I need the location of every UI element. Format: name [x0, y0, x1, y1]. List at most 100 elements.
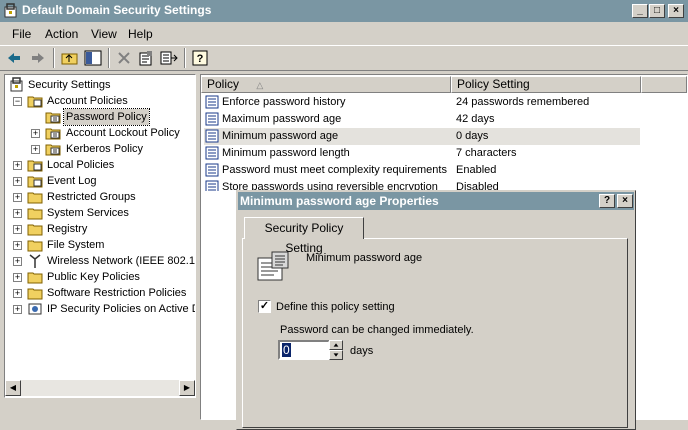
expand-icon[interactable]: + — [13, 177, 22, 186]
policy-row[interactable]: Minimum password length 7 characters — [204, 145, 640, 162]
show-hide-tree-icon[interactable] — [84, 50, 102, 66]
policy-setting-icon — [205, 163, 219, 177]
column-label: Policy — [207, 77, 240, 91]
policy-row[interactable]: Password must meet complexity requiremen… — [204, 162, 640, 179]
tree-label: Security Settings — [28, 79, 111, 91]
tree-label: Registry — [47, 223, 88, 235]
tree-label: Account Policies — [47, 95, 128, 107]
expand-icon[interactable]: + — [13, 209, 22, 218]
policy-setting: Enabled — [456, 164, 497, 176]
maximize-button[interactable]: □ — [649, 4, 665, 18]
expand-icon[interactable]: + — [13, 289, 22, 298]
scroll-right-button[interactable]: ▶ — [179, 380, 195, 396]
expand-icon[interactable]: + — [13, 193, 22, 202]
tree-label: Kerberos Policy — [66, 143, 144, 155]
policy-name: Maximum password age — [222, 113, 342, 125]
expand-icon[interactable]: + — [13, 305, 22, 314]
days-spin-input[interactable]: 0 — [278, 340, 330, 360]
policy-setting: 0 days — [456, 130, 489, 142]
policy-row[interactable]: Maximum password age 42 days — [204, 111, 640, 128]
policy-setting: 42 days — [456, 113, 495, 125]
folder-icon — [27, 288, 43, 300]
arrow-left-icon[interactable] — [6, 50, 22, 66]
toolbar — [0, 45, 688, 71]
column-header-blank — [641, 76, 687, 93]
security-settings-icon — [4, 3, 17, 18]
tree-label: Local Policies — [47, 159, 115, 171]
folder-icon — [27, 192, 43, 204]
expand-icon[interactable]: + — [13, 225, 22, 234]
policy-setting: 7 characters — [456, 147, 517, 159]
expand-icon[interactable]: + — [13, 257, 22, 266]
menu-action[interactable]: Action — [45, 27, 78, 41]
ipsec-icon — [28, 303, 42, 315]
toolbar-separator — [108, 48, 110, 68]
policy-name: Minimum password length — [222, 147, 350, 159]
expand-icon[interactable]: + — [13, 241, 22, 250]
tree-label: Event Log — [47, 175, 97, 187]
toolbar-separator — [53, 48, 55, 68]
sort-ascending-icon: △ — [256, 80, 264, 90]
tree-label: Wireless Network (IEEE 802.11 — [47, 255, 196, 267]
minimize-button[interactable]: _ — [632, 4, 648, 18]
tab-security-policy-setting[interactable]: Security Policy Setting — [244, 217, 364, 255]
folder-icon — [27, 224, 43, 236]
export-list-icon[interactable] — [160, 50, 178, 66]
tree-horizontal-scrollbar[interactable] — [5, 380, 195, 396]
scroll-left-button[interactable]: ◀ — [5, 380, 21, 396]
tree-label: Password Policy — [63, 108, 150, 126]
folder-icon — [27, 240, 43, 252]
policy-name: Minimum password age — [222, 130, 339, 142]
policy-icon — [45, 112, 61, 124]
expand-icon[interactable]: + — [13, 161, 22, 170]
help-icon[interactable]: ? — [192, 50, 210, 66]
tree-label: IP Security Policies on Active D — [47, 303, 196, 315]
dialog-title: Minimum password age Properties — [240, 194, 439, 208]
define-policy-checkbox[interactable]: ✓ — [258, 300, 271, 313]
console-tree: Security Settings − Account Policies Pas… — [4, 74, 196, 398]
folder-icon — [27, 272, 43, 284]
tree-label: Software Restriction Policies — [47, 287, 187, 299]
arrow-right-icon[interactable] — [30, 50, 46, 66]
policy-description: Password can be changed immediately. — [280, 324, 474, 336]
spin-value: 0 — [282, 343, 291, 357]
tree-label: File System — [47, 239, 105, 251]
policy-setting-icon — [205, 112, 219, 126]
folder-policy-icon — [27, 176, 43, 188]
column-header-policy-setting[interactable]: Policy Setting — [451, 76, 641, 93]
close-button[interactable]: × — [668, 4, 684, 18]
toolbar-separator — [184, 48, 186, 68]
menu-help[interactable]: Help — [128, 27, 153, 41]
menu-file[interactable]: File — [12, 27, 31, 41]
delete-icon[interactable] — [116, 50, 132, 66]
window-title: Default Domain Security Settings — [22, 3, 212, 17]
dialog-close-button[interactable]: × — [617, 194, 633, 208]
expand-icon[interactable]: + — [13, 273, 22, 282]
policy-name: Password must meet complexity requiremen… — [222, 164, 447, 176]
svg-text:?: ? — [197, 53, 204, 65]
collapse-icon[interactable]: − — [13, 97, 22, 106]
menu-view[interactable]: View — [91, 27, 117, 41]
dialog-help-button[interactable]: ? — [599, 194, 615, 208]
days-unit-label: days — [350, 345, 374, 357]
properties-icon[interactable] — [138, 50, 154, 66]
expand-icon[interactable]: + — [31, 129, 40, 138]
folder-policy-icon — [27, 160, 43, 172]
policy-document-icon — [257, 251, 289, 281]
policy-row[interactable]: Enforce password history 24 passwords re… — [204, 94, 640, 111]
folder-policy-icon — [27, 96, 43, 108]
policy-setting-icon — [205, 180, 219, 191]
policy-setting-icon — [205, 95, 219, 109]
column-header-policy[interactable]: Policy △ — [201, 76, 451, 93]
spin-down-button[interactable] — [329, 350, 343, 360]
security-settings-icon — [10, 77, 23, 92]
policy-setting: 24 passwords remembered — [456, 96, 590, 108]
antenna-icon — [29, 254, 41, 268]
spin-up-button[interactable] — [329, 340, 343, 350]
tree-label: System Services — [47, 207, 129, 219]
policy-row-selected[interactable]: Minimum password age 0 days — [204, 128, 640, 145]
define-policy-label[interactable]: Define this policy setting — [276, 301, 395, 313]
expand-icon[interactable]: + — [31, 145, 40, 154]
up-folder-icon[interactable] — [61, 50, 79, 66]
policy-icon — [45, 128, 61, 140]
